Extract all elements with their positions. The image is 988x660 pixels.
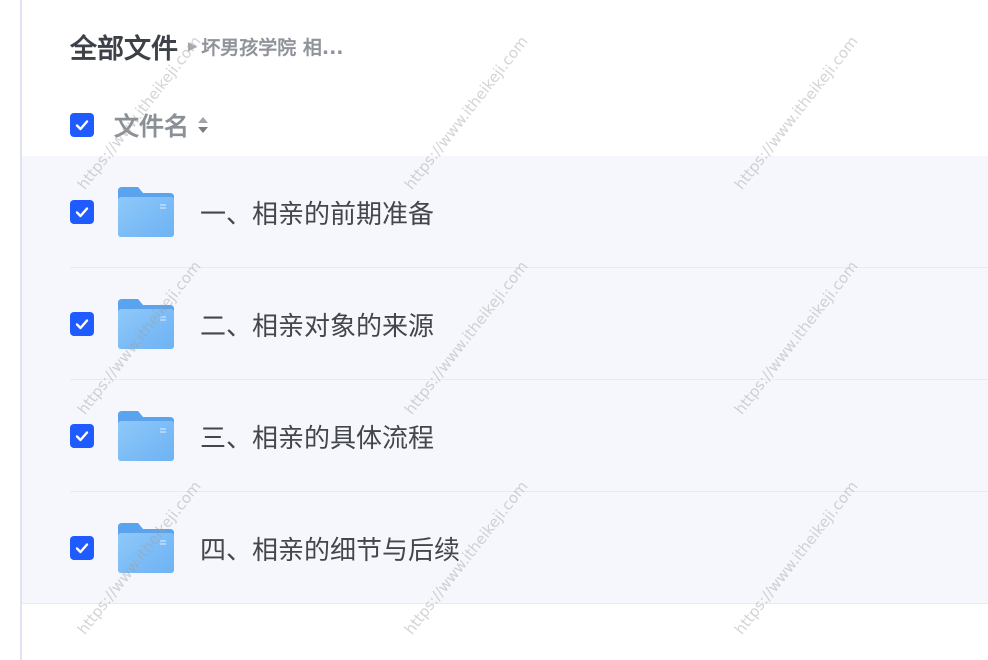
folder-icon bbox=[116, 185, 176, 239]
column-header-filename[interactable]: 文件名 bbox=[114, 107, 189, 143]
checkmark-icon bbox=[75, 431, 89, 442]
list-item[interactable]: 二、相亲对象的来源 bbox=[22, 268, 988, 380]
checkmark-icon bbox=[75, 319, 89, 330]
file-name[interactable]: 三、相亲的具体流程 bbox=[200, 418, 434, 455]
list-item[interactable]: 四、相亲的细节与后续 bbox=[22, 492, 988, 604]
list-item[interactable]: 三、相亲的具体流程 bbox=[22, 380, 988, 492]
breadcrumb-separator-icon: ▶ bbox=[188, 39, 198, 53]
file-browser-page: 全部文件 ▶ 坏男孩学院 相... 文件名 一、相亲的前期准备 二、相亲对象的来源… bbox=[0, 0, 988, 660]
checkmark-icon bbox=[75, 120, 89, 131]
row-checkbox[interactable] bbox=[70, 200, 94, 224]
folder-icon bbox=[116, 521, 176, 575]
folder-icon bbox=[116, 297, 176, 351]
file-name[interactable]: 一、相亲的前期准备 bbox=[200, 194, 434, 231]
sort-icon[interactable] bbox=[197, 114, 209, 136]
row-checkbox[interactable] bbox=[70, 424, 94, 448]
checkmark-icon bbox=[75, 207, 89, 218]
list-header: 文件名 bbox=[70, 104, 209, 146]
file-name[interactable]: 二、相亲对象的来源 bbox=[200, 306, 434, 343]
row-checkbox[interactable] bbox=[70, 536, 94, 560]
file-list: 一、相亲的前期准备 二、相亲对象的来源 三、相亲的具体流程 四、相亲的细节与后续 bbox=[22, 156, 988, 604]
list-item[interactable]: 一、相亲的前期准备 bbox=[22, 156, 988, 268]
breadcrumb: 全部文件 ▶ 坏男孩学院 相... bbox=[70, 26, 344, 66]
breadcrumb-root[interactable]: 全部文件 bbox=[70, 27, 178, 66]
folder-icon bbox=[116, 409, 176, 463]
row-checkbox[interactable] bbox=[70, 312, 94, 336]
checkmark-icon bbox=[75, 543, 89, 554]
breadcrumb-current[interactable]: 坏男孩学院 相... bbox=[201, 33, 343, 60]
file-name[interactable]: 四、相亲的细节与后续 bbox=[200, 530, 460, 567]
select-all-checkbox[interactable] bbox=[70, 113, 94, 137]
